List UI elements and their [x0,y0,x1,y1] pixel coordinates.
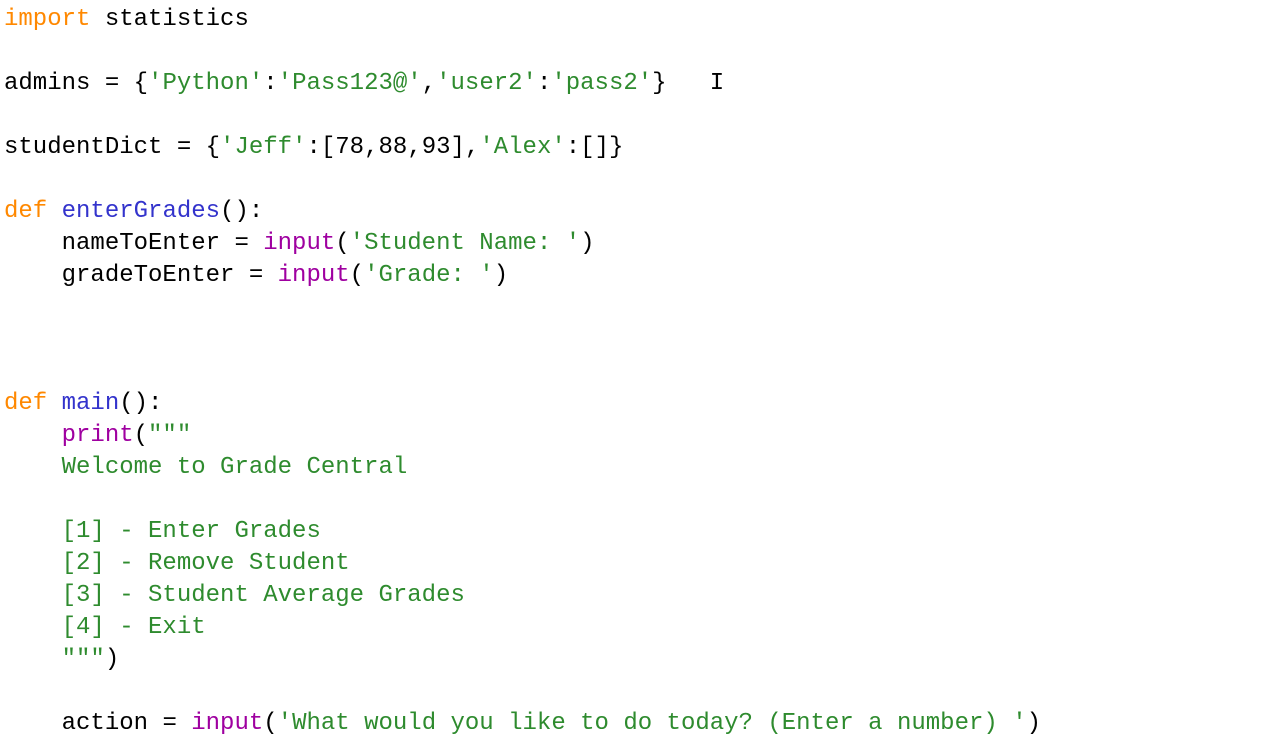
var-studentdict: studentDict [4,134,177,161]
str-user2: 'user2' [436,70,537,97]
equals: = [105,70,134,97]
lbrace: { [206,134,220,161]
colon: : [537,70,551,97]
line-23: action = input('What would you like to d… [4,710,1041,737]
code-editor[interactable]: import statistics admins = {'Python':'Pa… [4,4,1276,740]
str-welcome: Welcome to Grade Central [4,454,407,481]
str-opt3: [3] - Student Average Grades [4,582,465,609]
num: 78 [335,134,364,161]
str-opt1: [1] - Enter Grades [4,518,321,545]
num: 93 [422,134,451,161]
rparen: ) [1027,710,1041,737]
funcname-main: main [47,390,119,417]
str-grade: 'Grade: ' [364,262,494,289]
equals: = [177,134,206,161]
line-3: admins = {'Python':'Pass123@','user2':'p… [4,70,724,97]
rparen: ) [105,646,119,673]
comma: , [364,134,378,161]
line-8: nameToEnter = input('Student Name: ') [4,230,595,257]
num: 88 [379,134,408,161]
line-1: import statistics [4,6,249,33]
str-alex: 'Alex' [479,134,565,161]
keyword-def: def [4,390,47,417]
line-13: def main(): [4,390,162,417]
lparen: ( [263,710,277,737]
indent [4,422,62,449]
equals: = [249,262,278,289]
colon: : [306,134,320,161]
module-name: statistics [90,6,248,33]
var-gradetoenter: gradeToEnter [4,262,249,289]
rbrack: ] [595,134,609,161]
var-admins: admins [4,70,105,97]
str-pass2: 'pass2' [551,70,652,97]
builtin-input: input [191,710,263,737]
lbrack: [ [580,134,594,161]
keyword-import: import [4,6,90,33]
str-opt4: [4] - Exit [4,614,206,641]
equals: = [234,230,263,257]
str-opt2: [2] - Remove Student [4,550,350,577]
triple-quote-open: """ [148,422,191,449]
colon: : [566,134,580,161]
line-21: """) [4,646,119,673]
keyword-def: def [4,198,47,225]
str-pass123: 'Pass123@' [278,70,422,97]
equals: = [162,710,191,737]
comma: , [407,134,421,161]
str-whatwould: 'What would you like to do today? (Enter… [278,710,1027,737]
line-9: gradeToEnter = input('Grade: ') [4,262,508,289]
lbrace: { [134,70,148,97]
text-cursor: I [667,70,725,97]
rparen: ) [494,262,508,289]
lparen: ( [335,230,349,257]
str-python: 'Python' [148,70,263,97]
str-jeff: 'Jeff' [220,134,306,161]
comma: , [465,134,479,161]
var-action: action [4,710,162,737]
parens-colon: (): [119,390,162,417]
rbrack: ] [451,134,465,161]
builtin-input: input [263,230,335,257]
lparen: ( [134,422,148,449]
builtin-input: input [278,262,350,289]
str-studentname: 'Student Name: ' [350,230,580,257]
triple-quote-close: """ [4,646,105,673]
funcname-entergrades: enterGrades [47,198,220,225]
parens-colon: (): [220,198,263,225]
comma: , [422,70,436,97]
rbrace: } [609,134,623,161]
line-7: def enterGrades(): [4,198,263,225]
rparen: ) [580,230,594,257]
colon: : [263,70,277,97]
builtin-print: print [62,422,134,449]
lbrack: [ [321,134,335,161]
rbrace: } [652,70,666,97]
line-14: print(""" [4,422,191,449]
var-nametoenter: nameToEnter [4,230,234,257]
line-5: studentDict = {'Jeff':[78,88,93],'Alex':… [4,134,623,161]
lparen: ( [350,262,364,289]
